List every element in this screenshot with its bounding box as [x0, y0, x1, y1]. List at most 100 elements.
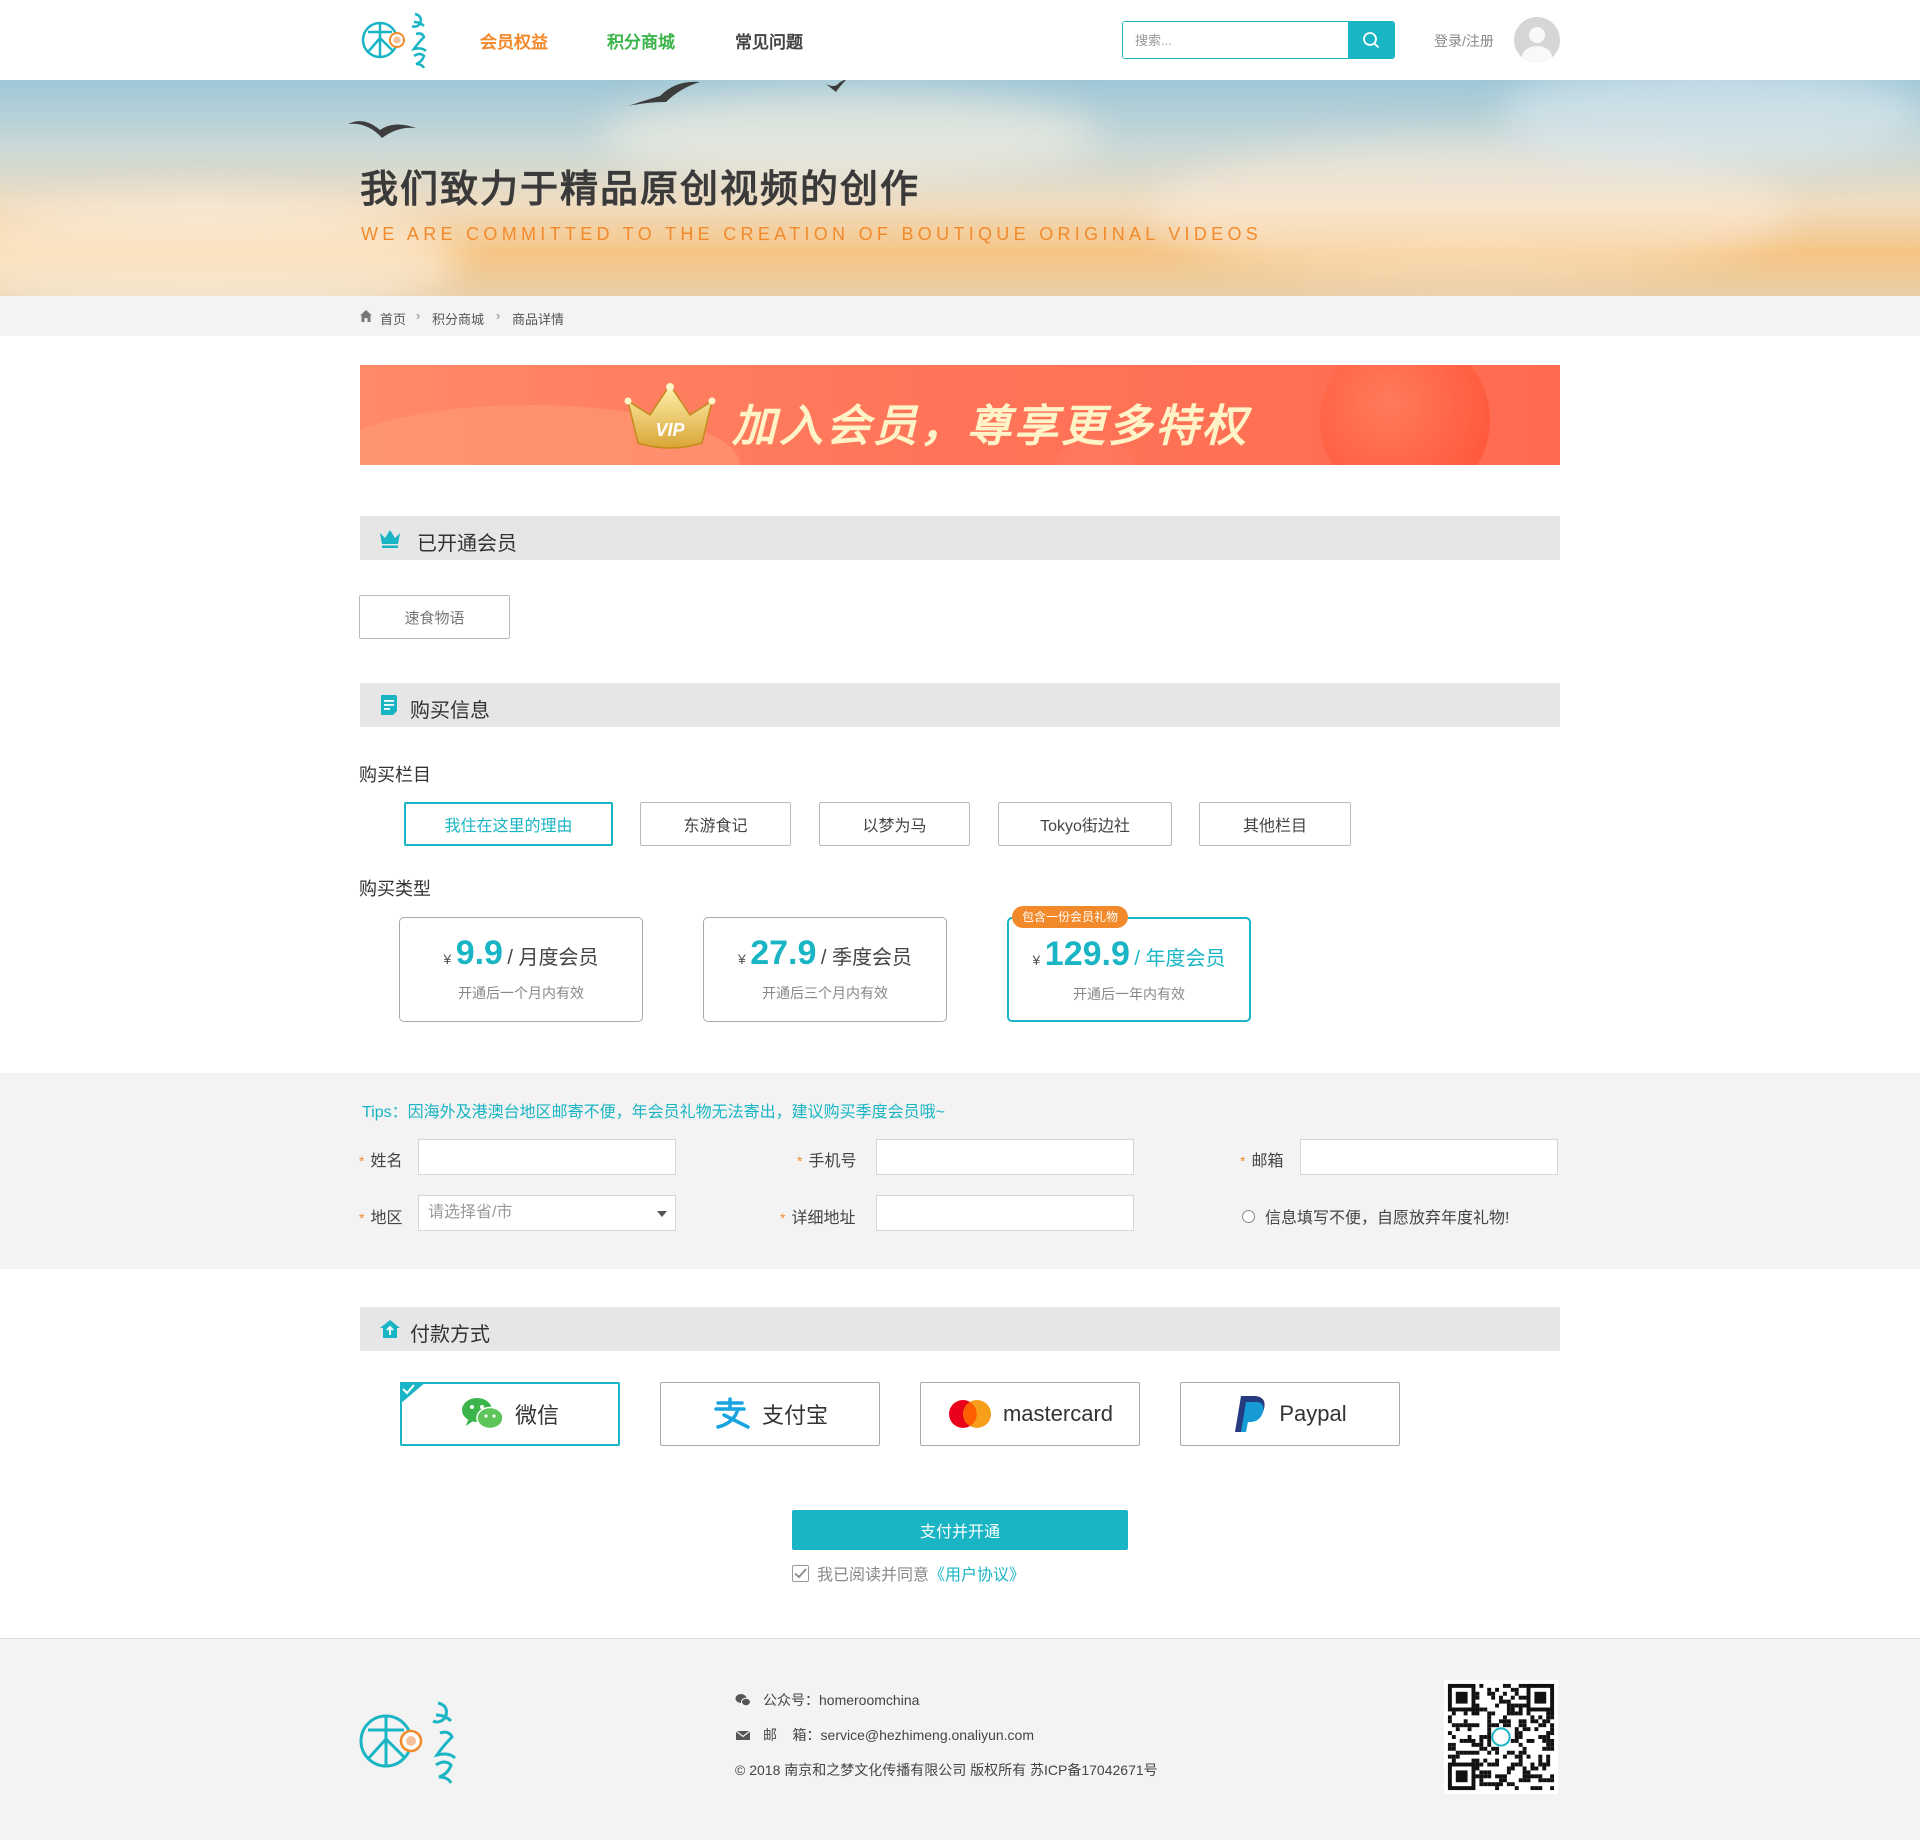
region-select-placeholder: 请选择省/市: [428, 1204, 513, 1221]
column-option-other[interactable]: 其他栏目: [1199, 802, 1351, 846]
wechat-icon: [735, 1694, 751, 1707]
purchase-info-title: 购买信息: [410, 700, 490, 722]
price-description: 开通后一年内有效: [1073, 986, 1185, 1002]
payment-mastercard-label: mastercard: [1002, 1401, 1114, 1426]
column-option-dream-horse[interactable]: 以梦为马: [819, 802, 970, 846]
price-description: 开通后一个月内有效: [458, 985, 584, 1001]
address-field[interactable]: [876, 1195, 1134, 1231]
footer-logo: [359, 1701, 457, 1784]
qr-code: [1444, 1680, 1558, 1794]
user-agreement-link[interactable]: 《用户协议》: [929, 1561, 1025, 1585]
price-card-monthly[interactable]: ¥ 9.9 / 月度会员 开通后一个月内有效: [399, 917, 643, 1022]
site-logo[interactable]: [360, 8, 438, 72]
price-value: 9.9: [455, 934, 503, 972]
banner-title: 我们致力于精品原创视频的创作: [360, 169, 921, 211]
name-label: * 姓名: [359, 1153, 403, 1170]
payment-paypal[interactable]: Paypal: [1180, 1382, 1400, 1446]
payment-mastercard[interactable]: mastercard: [920, 1382, 1140, 1446]
opened-membership-title: 已开通会员: [417, 533, 517, 555]
price-value: 27.9: [750, 934, 817, 972]
vip-promo-text: 加入会员，尊享更多特权: [732, 402, 1249, 451]
wallet-icon: [380, 1320, 400, 1338]
breadcrumb-product-detail: 商品详情: [512, 312, 565, 327]
wechat-icon: [461, 1398, 504, 1430]
hero-banner: 我们致力于精品原创视频的创作 WE ARE COMMITTED TO THE C…: [0, 80, 1920, 296]
region-label: * 地区: [359, 1210, 403, 1227]
address-label: * 详细地址: [780, 1210, 856, 1227]
chevron-down-icon: [657, 1211, 667, 1217]
waive-gift-option[interactable]: 信息填写不便，自愿放弃年度礼物!: [1242, 1204, 1509, 1228]
seagull-icon: [628, 81, 700, 106]
agree-checkbox[interactable]: [792, 1564, 809, 1582]
email-field[interactable]: [1300, 1139, 1558, 1175]
price-card-yearly[interactable]: 包含一份会员礼物 ¥ 129.9 / 年度会员 开通后一年内有效: [1007, 906, 1251, 1022]
shipping-tips: Tips：因海外及港澳台地区邮寄不便，年会员礼物无法寄出，建议购买季度会员哦~: [362, 1104, 945, 1121]
region-select[interactable]: 请选择省/市: [418, 1195, 676, 1231]
phone-field[interactable]: [876, 1139, 1134, 1175]
footer-wechat: 公众号：homeroomchina: [735, 1690, 919, 1710]
nav-faq[interactable]: 常见问题: [735, 28, 803, 53]
phone-label: * 手机号: [797, 1153, 857, 1170]
price-value: 129.9: [1044, 935, 1130, 973]
payment-alipay-label: 支付宝: [761, 1403, 828, 1428]
shipping-form: Tips：因海外及港澳台地区邮寄不便，年会员礼物无法寄出，建议购买季度会员哦~ …: [0, 1073, 1920, 1269]
home-icon: [360, 310, 372, 322]
mail-icon: [735, 1730, 751, 1740]
nav-points-mall[interactable]: 积分商城: [607, 28, 675, 53]
price-card-quarterly[interactable]: ¥ 27.9 / 季度会员 开通后三个月内有效: [703, 917, 947, 1022]
opened-membership-tag[interactable]: 速食物语: [359, 595, 510, 639]
search-box: [1122, 21, 1395, 59]
payment-paypal-label: Paypal: [1279, 1401, 1347, 1426]
name-field[interactable]: [418, 1139, 676, 1175]
price-plan-name: / 月度会员: [507, 947, 599, 969]
search-input[interactable]: [1123, 22, 1349, 58]
login-register-link[interactable]: 登录/注册: [1434, 31, 1494, 51]
seagull-icon: [826, 80, 846, 92]
price-currency: ¥: [443, 951, 452, 967]
column-option-reason[interactable]: 我住在这里的理由: [404, 802, 613, 846]
banner-subtitle: WE ARE COMMITTED TO THE CREATION OF BOUT…: [361, 224, 1263, 244]
price-plan-name: / 年度会员: [1134, 948, 1226, 970]
footer-copyright: © 2018 南京和之梦文化传播有限公司 版权所有 苏ICP备17042671号: [735, 1762, 1158, 1778]
alipay-icon: [714, 1397, 750, 1429]
price-currency: ¥: [737, 951, 746, 967]
breadcrumb-separator: ›: [496, 308, 501, 323]
purchase-column-label: 购买栏目: [359, 765, 431, 785]
agree-text: 我已阅读并同意: [817, 1567, 930, 1584]
check-icon: [400, 1382, 426, 1404]
vip-crown-icon: VIP: [624, 383, 716, 449]
payment-wechat-label: 微信: [514, 1403, 559, 1428]
payment-alipay[interactable]: 支付宝: [660, 1382, 880, 1446]
payment-method-title: 付款方式: [410, 1324, 490, 1346]
pay-and-activate-button[interactable]: 支付并开通: [792, 1510, 1128, 1550]
waive-gift-label: 信息填写不便，自愿放弃年度礼物!: [1265, 1210, 1510, 1227]
breadcrumb: 首页 › 积分商城 › 商品详情: [0, 296, 1920, 336]
avatar[interactable]: [1514, 17, 1560, 63]
price-plan-name: / 季度会员: [820, 947, 912, 969]
breadcrumb-points-mall[interactable]: 积分商城: [432, 309, 484, 328]
breadcrumb-separator: ›: [416, 308, 421, 323]
radio-icon[interactable]: [1242, 1209, 1255, 1223]
search-button[interactable]: [1348, 22, 1394, 58]
breadcrumb-home[interactable]: 首页: [380, 309, 406, 328]
payment-method-header: 付款方式: [360, 1307, 1560, 1351]
crown-icon: [380, 530, 400, 548]
column-option-travel-food[interactable]: 东游食记: [640, 802, 791, 846]
seagull-icon: [348, 121, 416, 138]
vip-promo-banner[interactable]: VIP 加入会员，尊享更多特权: [360, 365, 1560, 465]
gift-badge: 包含一份会员礼物: [1012, 906, 1129, 928]
price-currency: ¥: [1032, 952, 1041, 968]
price-description: 开通后三个月内有效: [762, 985, 888, 1001]
email-label: * 邮箱: [1240, 1153, 1284, 1170]
payment-wechat[interactable]: 微信: [400, 1382, 620, 1446]
purchase-type-label: 购买类型: [359, 879, 431, 899]
avatar-icon: [1522, 27, 1552, 63]
opened-membership-header: 已开通会员: [360, 516, 1560, 560]
check-icon: [794, 1567, 807, 1578]
nav-membership-benefits[interactable]: 会员权益: [480, 28, 548, 53]
top-header: 会员权益 积分商城 常见问题 登录/注册: [0, 0, 1920, 80]
mastercard-icon: [948, 1400, 991, 1428]
column-option-tokyo-street[interactable]: Tokyo街边社: [998, 802, 1172, 846]
svg-text:VIP: VIP: [655, 420, 685, 440]
document-icon: [381, 695, 397, 715]
